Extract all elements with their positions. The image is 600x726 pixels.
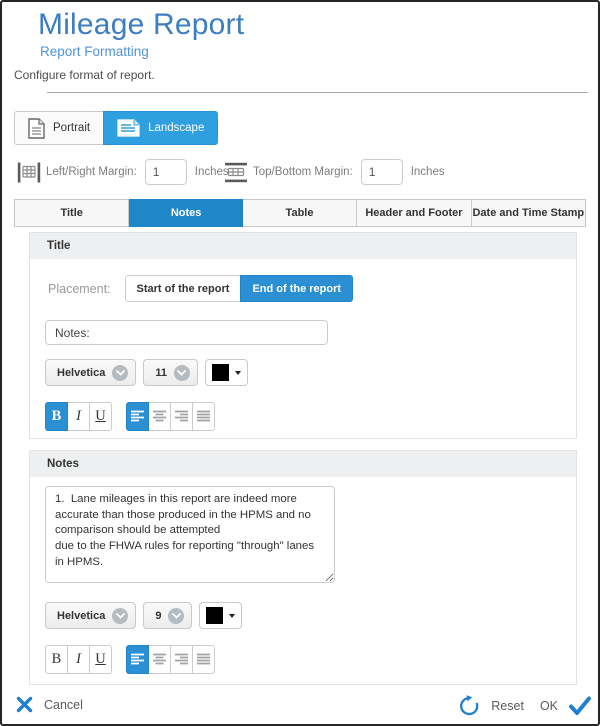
top-bottom-margin-input[interactable] — [361, 159, 403, 185]
notes-underline-button[interactable]: U — [89, 645, 112, 674]
report-formatting-dialog: Mileage Report Report Formatting Configu… — [0, 0, 600, 726]
notes-font-row: Helvetica 9 — [45, 602, 576, 629]
color-swatch-black — [206, 607, 223, 624]
title-section-panel: Title Placement: Start of the report End… — [29, 232, 577, 439]
left-right-margin-group: Left/Right Margin: Inches — [17, 158, 229, 186]
title-section-heading: Title — [30, 233, 576, 259]
title-style-row: B I U — [45, 402, 576, 431]
cancel-x-icon[interactable] — [16, 696, 33, 713]
notes-align-right-button[interactable] — [170, 645, 193, 674]
landscape-label: Landscape — [148, 122, 204, 134]
landscape-button[interactable]: Landscape — [103, 111, 218, 145]
title-align-center-button[interactable] — [148, 402, 171, 431]
chevron-down-icon — [112, 608, 128, 624]
top-bottom-margin-group: Top/Bottom Margin: Inches — [224, 158, 445, 186]
header-divider — [47, 92, 588, 93]
left-right-margin-input[interactable] — [145, 159, 187, 185]
left-right-margin-label: Left/Right Margin: — [46, 166, 137, 178]
title-font-size-dropdown[interactable]: 11 — [143, 359, 198, 386]
settings-tab-bar: Title Notes Table Header and Footer Date… — [14, 199, 586, 227]
placement-row: Placement: Start of the report End of th… — [48, 275, 576, 302]
notes-align-justify-button[interactable] — [192, 645, 215, 674]
orientation-button-group: Portrait Landscape — [14, 111, 218, 145]
placement-label: Placement: — [48, 282, 111, 296]
caret-down-icon — [235, 371, 241, 375]
notes-section-heading: Notes — [30, 451, 576, 477]
top-bottom-margin-label: Top/Bottom Margin: — [253, 166, 353, 178]
notes-font-color-picker[interactable] — [199, 602, 242, 629]
notes-font-family-dropdown[interactable]: Helvetica — [45, 602, 136, 629]
caret-down-icon — [229, 614, 235, 618]
notes-font-size-dropdown[interactable]: 9 — [143, 602, 192, 629]
placement-end-button[interactable]: End of the report — [240, 275, 353, 302]
reset-label[interactable]: Reset — [491, 699, 524, 713]
notes-italic-button[interactable]: I — [67, 645, 90, 674]
ok-check-icon[interactable] — [568, 696, 592, 716]
title-font-family-dropdown[interactable]: Helvetica — [45, 359, 136, 386]
landscape-document-icon — [117, 119, 140, 137]
chevron-down-icon — [168, 608, 184, 624]
tab-header-and-footer[interactable]: Header and Footer — [357, 200, 471, 226]
title-align-justify-button[interactable] — [192, 402, 215, 431]
notes-align-group — [126, 645, 215, 674]
left-right-margin-icon — [17, 162, 41, 183]
placement-start-button[interactable]: Start of the report — [125, 275, 242, 302]
notes-biu-group: B I U — [45, 645, 112, 674]
title-align-left-button[interactable] — [126, 402, 149, 431]
title-underline-button[interactable]: U — [89, 402, 112, 431]
notes-font-size-value: 9 — [155, 610, 161, 622]
color-swatch-black — [212, 364, 229, 381]
title-font-color-picker[interactable] — [205, 359, 248, 386]
title-align-right-button[interactable] — [170, 402, 193, 431]
tab-table[interactable]: Table — [243, 200, 357, 226]
title-text-input[interactable] — [45, 320, 328, 345]
tab-date-and-time-stamp[interactable]: Date and Time Stamp — [472, 200, 585, 226]
top-bottom-margin-unit: Inches — [411, 166, 445, 178]
chevron-down-icon — [174, 365, 190, 381]
title-align-group — [126, 402, 215, 431]
tab-title[interactable]: Title — [15, 200, 129, 226]
title-font-family-value: Helvetica — [57, 367, 105, 379]
title-italic-button[interactable]: I — [67, 402, 90, 431]
placement-button-group: Start of the report End of the report — [125, 275, 354, 302]
footer-right-actions: Reset OK — [457, 694, 592, 718]
notes-align-left-button[interactable] — [126, 645, 149, 674]
reset-icon[interactable] — [457, 694, 481, 718]
title-font-row: Helvetica 11 — [45, 359, 576, 386]
cancel-action[interactable]: Cancel — [16, 696, 83, 713]
notes-font-family-value: Helvetica — [57, 610, 105, 622]
page-description: Configure format of report. — [14, 68, 155, 82]
cancel-label[interactable]: Cancel — [44, 698, 83, 712]
title-font-size-value: 11 — [155, 367, 167, 379]
portrait-label: Portrait — [53, 122, 90, 134]
notes-bold-button[interactable]: B — [45, 645, 68, 674]
top-bottom-margin-icon — [224, 162, 248, 183]
page-title: Mileage Report — [38, 8, 244, 42]
chevron-down-icon — [112, 365, 128, 381]
portrait-button[interactable]: Portrait — [14, 111, 104, 145]
notes-align-center-button[interactable] — [148, 645, 171, 674]
notes-textarea[interactable]: 1. Lane mileages in this report are inde… — [45, 486, 335, 583]
title-biu-group: B I U — [45, 402, 112, 431]
notes-section-panel: Notes 1. Lane mileages in this report ar… — [29, 450, 577, 685]
notes-style-row: B I U — [45, 645, 576, 674]
portrait-document-icon — [28, 118, 45, 139]
page-subtitle: Report Formatting — [40, 44, 149, 59]
tab-notes[interactable]: Notes — [129, 199, 242, 227]
title-bold-button[interactable]: B — [45, 402, 68, 431]
ok-label[interactable]: OK — [540, 699, 558, 713]
